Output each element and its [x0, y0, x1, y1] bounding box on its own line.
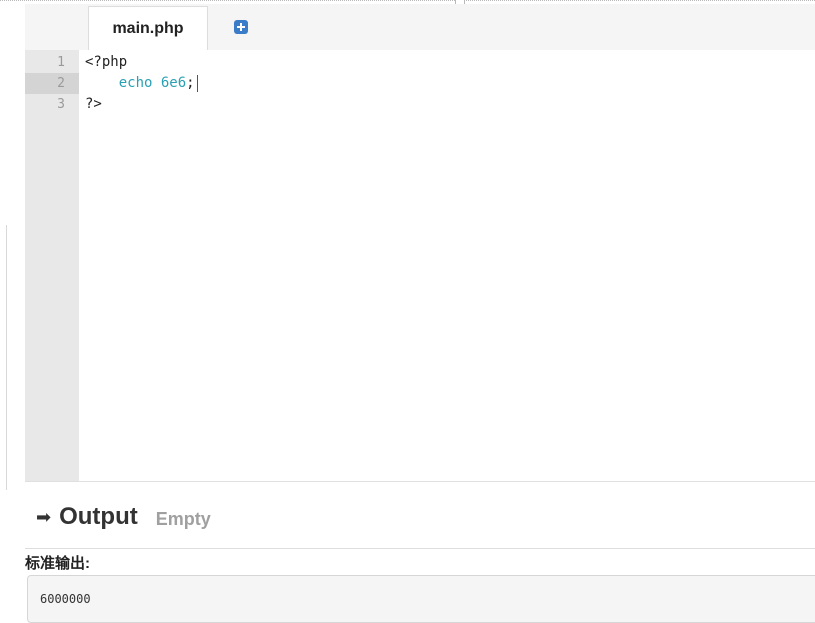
code-line[interactable]: 3 ?> [25, 94, 815, 115]
output-divider [25, 548, 815, 549]
stdout-box: 6000000 [27, 575, 815, 623]
echo-statement: echo 6e6 [118, 75, 187, 91]
code-text: <?php [85, 54, 128, 70]
frame-top-border [0, 0, 815, 1]
semicolon: ; [186, 75, 195, 91]
stdout-value: 6000000 [40, 592, 91, 606]
left-divider [6, 225, 7, 490]
tab-label: main.php [112, 20, 184, 37]
sign-out-arrow-icon: ➡ [36, 506, 52, 528]
code-editor[interactable]: 1 <?php 2 echo 6e6; 3 ?> [25, 50, 815, 482]
tab-main-php[interactable]: main.php [88, 6, 208, 51]
output-status: Empty [155, 508, 211, 529]
line-number: 2 [57, 76, 65, 91]
code-text: ?> [85, 96, 102, 112]
output-title: Output [59, 503, 138, 530]
stdout-label: 标准输出: [25, 555, 90, 572]
code-line[interactable]: 1 <?php [25, 52, 815, 73]
text-cursor [196, 74, 198, 92]
plus-square-icon[interactable] [234, 20, 248, 34]
code-line-active[interactable]: 2 echo 6e6; [25, 73, 815, 94]
line-number: 1 [57, 55, 65, 70]
editor-tab-bar: main.php [25, 4, 815, 51]
line-number: 3 [57, 97, 65, 112]
code-text: echo 6e6; [85, 73, 198, 94]
output-header: ➡ Output Empty [36, 502, 211, 532]
